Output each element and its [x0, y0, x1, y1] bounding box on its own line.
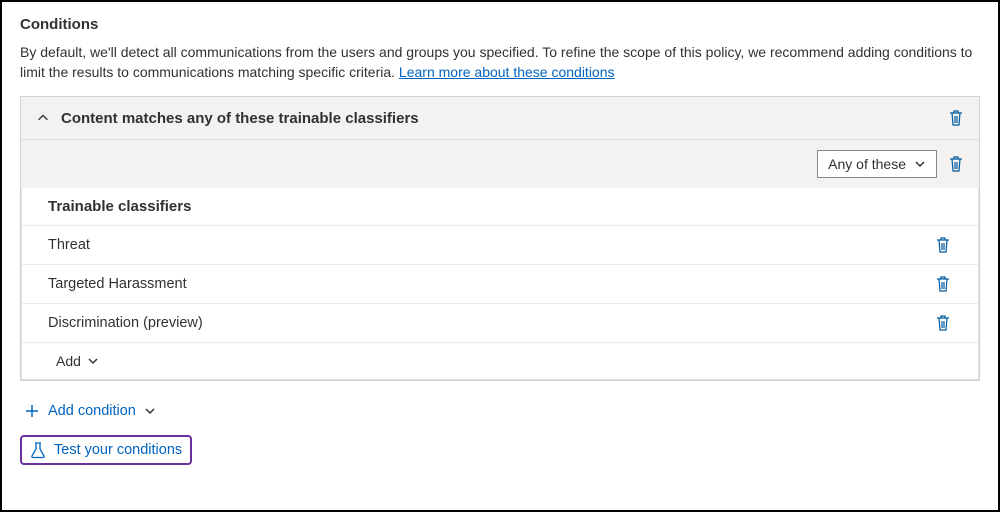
description-text: By default, we'll detect all communicati… [20, 43, 980, 82]
section-title: Conditions [20, 16, 980, 33]
dropdown-label: Any of these [828, 156, 906, 172]
condition-subheader: Any of these [21, 140, 979, 188]
classifier-row: Discrimination (preview) [22, 303, 978, 342]
classifier-name: Discrimination (preview) [48, 315, 934, 331]
classifier-row: Targeted Harassment [22, 264, 978, 303]
add-condition-label: Add condition [48, 403, 136, 419]
plus-icon [24, 403, 40, 419]
condition-block: Content matches any of these trainable c… [20, 96, 980, 381]
condition-header[interactable]: Content matches any of these trainable c… [21, 97, 979, 140]
test-conditions-button[interactable]: Test your conditions [20, 435, 192, 465]
add-condition-button[interactable]: Add condition [20, 401, 980, 421]
delete-classifier-button[interactable] [934, 236, 952, 254]
chevron-up-icon [35, 110, 51, 126]
learn-more-link[interactable]: Learn more about these conditions [399, 64, 615, 80]
match-type-dropdown[interactable]: Any of these [817, 150, 937, 178]
classifiers-title: Trainable classifiers [22, 188, 978, 225]
chevron-down-icon [914, 158, 926, 170]
add-classifier-button[interactable]: Add [22, 342, 978, 379]
classifier-name: Targeted Harassment [48, 276, 934, 292]
delete-classifier-button[interactable] [934, 275, 952, 293]
flask-icon [30, 441, 46, 459]
condition-title: Content matches any of these trainable c… [61, 110, 947, 127]
delete-classifier-button[interactable] [934, 314, 952, 332]
delete-subcondition-button[interactable] [947, 155, 965, 173]
conditions-panel: Conditions By default, we'll detect all … [0, 0, 1000, 512]
chevron-down-icon [144, 405, 156, 417]
chevron-down-icon [87, 355, 99, 367]
add-label: Add [56, 353, 81, 369]
classifiers-list: Trainable classifiers Threat Targeted Ha… [21, 188, 979, 380]
classifier-name: Threat [48, 237, 934, 253]
delete-condition-button[interactable] [947, 109, 965, 127]
test-conditions-label: Test your conditions [54, 442, 182, 458]
classifier-row: Threat [22, 225, 978, 264]
